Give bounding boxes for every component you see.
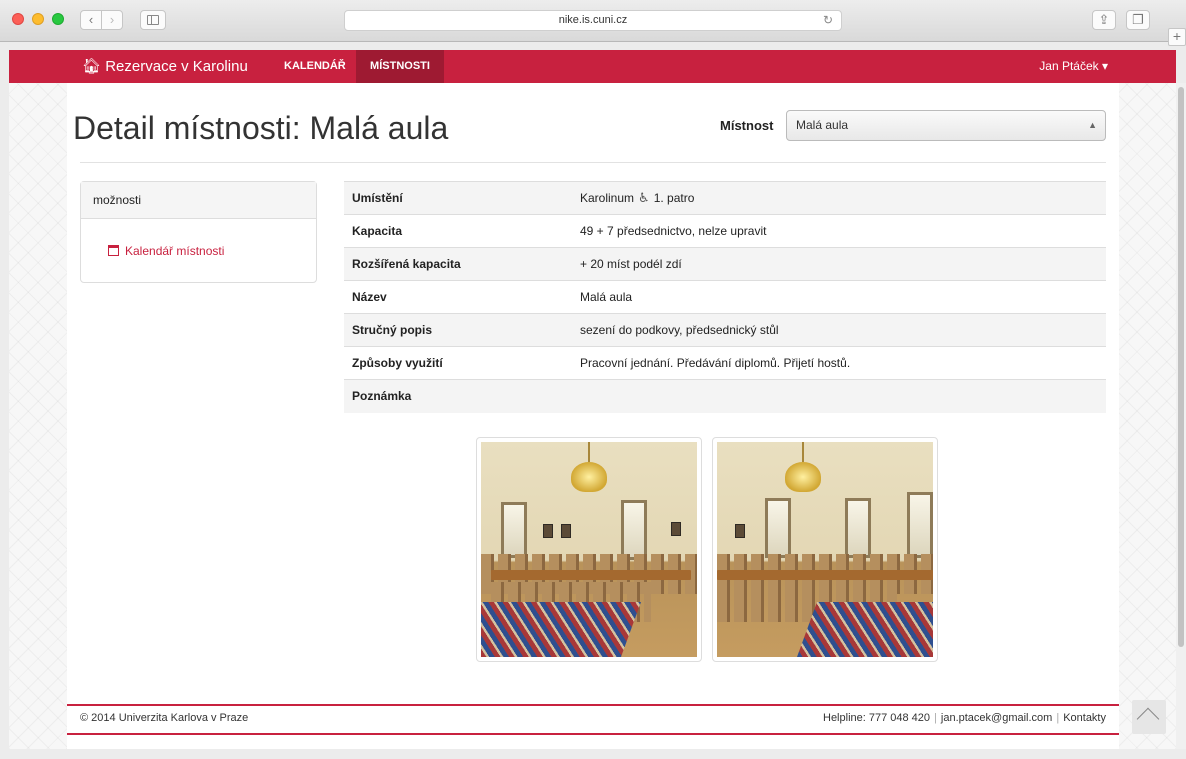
room-photo-thumbnail[interactable]: [712, 437, 938, 662]
detail-key: Název: [344, 280, 572, 314]
room-calendar-link[interactable]: Kalendář místnosti: [108, 244, 224, 258]
footer-copyright: © 2014 Univerzita Karlova v Praze: [80, 712, 249, 724]
sidebar-toggle-icon[interactable]: [140, 10, 166, 30]
wheelchair-icon: ♿︎: [638, 190, 650, 205]
footer-bottom-line: [67, 733, 1119, 735]
room-photo-thumbnail[interactable]: [476, 437, 702, 662]
footer-links: Helpline: 777 048 420 | jan.ptacek@gmail.c…: [823, 712, 1106, 724]
detail-key: Rozšířená kapacita: [344, 247, 572, 281]
browser-toolbar: ‹ › nike.is.cuni.cz ↻ ⇪ ❐ +: [0, 0, 1186, 46]
detail-key: Poznámka: [344, 379, 572, 413]
detail-key: Způsoby využití: [344, 346, 572, 380]
table-row: Kapacita 49 + 7 předsednictvo, nelze upr…: [344, 214, 1106, 248]
contacts-link[interactable]: Kontakty: [1063, 712, 1106, 724]
new-tab-button[interactable]: +: [1168, 28, 1186, 46]
table-row: Umístění Karolinum ♿︎ 1. patro: [344, 181, 1106, 215]
user-menu[interactable]: Jan Ptáček ▾: [1039, 50, 1108, 83]
panel-heading: možnosti: [81, 182, 316, 219]
home-icon: 🏠︎: [82, 58, 102, 75]
options-panel: možnosti Kalendář místnosti: [80, 181, 317, 283]
url-text: nike.is.cuni.cz: [558, 14, 628, 26]
detail-key: Stručný popis: [344, 313, 572, 347]
detail-key: Umístění: [344, 181, 572, 215]
room-select-label: Místnost: [720, 118, 774, 133]
table-row: Rozšířená kapacita + 20 míst podél zdí: [344, 247, 1106, 281]
title-divider: [80, 162, 1106, 163]
zoom-window-button[interactable]: [52, 13, 64, 25]
room-photo-image: [717, 442, 933, 657]
room-photo-image: [481, 442, 697, 657]
forward-button[interactable]: ›: [101, 10, 123, 30]
tabs-overview-icon[interactable]: ❐: [1126, 10, 1150, 30]
address-bar[interactable]: nike.is.cuni.cz ↻: [344, 10, 842, 31]
minimize-window-button[interactable]: [32, 13, 44, 25]
footer-separator: |: [1056, 712, 1060, 724]
table-row: Způsoby využití Pracovní jednání. Předáv…: [344, 346, 1106, 380]
table-row: Stručný popis sezení do podkovy, předsed…: [344, 313, 1106, 347]
detail-value: 49 + 7 předsednictvo, nelze upravit: [572, 214, 1106, 248]
table-row: Název Malá aula: [344, 280, 1106, 314]
share-icon[interactable]: ⇪: [1092, 10, 1116, 30]
room-select[interactable]: Malá aula ▲: [786, 110, 1106, 141]
footer-separator: |: [934, 712, 937, 724]
app-navbar: 🏠︎ Rezervace v Karolinu KALENDÁŘ MÍSTNOS…: [9, 50, 1176, 83]
room-calendar-link-label: Kalendář místnosti: [125, 244, 225, 258]
floor-text: 1. patro: [653, 191, 695, 205]
scrollbar-thumb[interactable]: [1178, 87, 1184, 647]
detail-value: Pracovní jednání. Předávání diplomů. Při…: [572, 346, 1106, 380]
table-row: Poznámka: [344, 379, 1106, 413]
detail-value: Malá aula: [572, 280, 1106, 314]
detail-value: [572, 379, 1106, 413]
brand-text: Rezervace v Karolinu: [105, 58, 248, 75]
scroll-to-top-button[interactable]: [1132, 700, 1166, 734]
detail-value: sezení do podkovy, předsednický stůl: [572, 313, 1106, 347]
room-select-value: Malá aula: [796, 118, 849, 132]
page-title: Detail místnosti: Malá aula: [73, 110, 449, 146]
select-arrows-icon: ▲: [1088, 120, 1097, 130]
calendar-icon: [108, 245, 119, 256]
brand-link[interactable]: 🏠︎ Rezervace v Karolinu: [82, 50, 248, 83]
nav-item-mistnosti[interactable]: MÍSTNOSTI: [356, 50, 444, 83]
back-button[interactable]: ‹: [80, 10, 102, 30]
scrollbar[interactable]: [1176, 83, 1186, 749]
detail-key: Kapacita: [344, 214, 572, 248]
nav-item-kalendar[interactable]: KALENDÁŘ: [284, 50, 346, 83]
detail-value: Karolinum ♿︎ 1. patro: [572, 181, 1106, 215]
email-link[interactable]: jan.ptacek@gmail.com: [941, 712, 1052, 724]
helpline-text: Helpline: 777 048 420: [823, 712, 931, 724]
footer-top-line: [67, 704, 1119, 706]
reload-icon[interactable]: ↻: [823, 11, 833, 30]
location-text: Karolinum: [580, 191, 635, 205]
close-window-button[interactable]: [12, 13, 24, 25]
room-detail-table: Umístění Karolinum ♿︎ 1. patro Kapacita 49…: [344, 181, 1106, 413]
detail-value: + 20 míst podél zdí: [572, 247, 1106, 281]
